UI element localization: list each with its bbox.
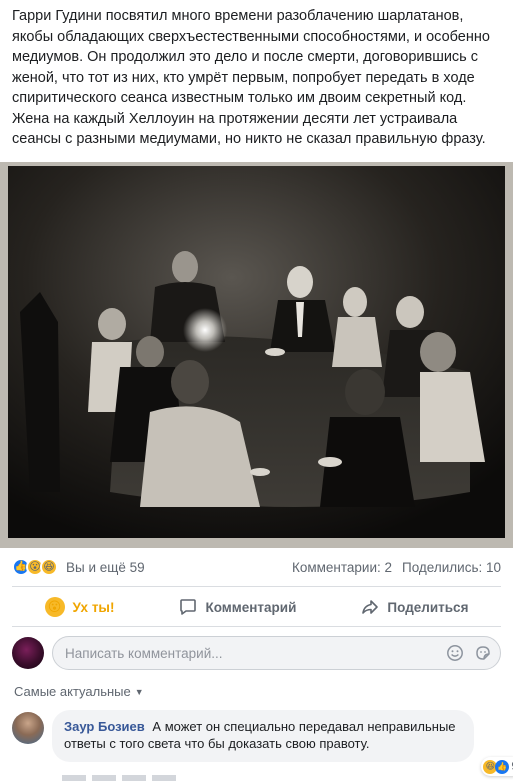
emoji-icon[interactable] [446, 644, 464, 662]
comments-count-link[interactable]: Комментарии: 2 [292, 560, 392, 575]
comment-composer [12, 634, 501, 672]
reactions-count: Вы и ещё 59 [66, 559, 145, 575]
react-button[interactable]: 😮 Ух ты! [44, 597, 115, 617]
comment-icon [180, 599, 197, 615]
wow-icon: 😮 [44, 597, 65, 617]
divider [12, 586, 501, 587]
post-counters: Комментарии: 2 Поделились: 10 [292, 560, 501, 575]
comment-button[interactable]: Комментарий [179, 598, 296, 616]
chevron-down-icon: ▼ [134, 686, 144, 697]
reaction-icons: 👍 😮 😆 [12, 558, 58, 576]
haha-icon: 😆 [40, 558, 58, 576]
comment-input[interactable] [65, 645, 436, 661]
comment-item: Заур Бозиев А может он специально переда… [12, 710, 513, 776]
sort-label: Самые актуальные [14, 684, 131, 699]
avatar[interactable] [12, 637, 44, 669]
reactions-summary[interactable]: 👍 😮 😆 Вы и ещё 59 [12, 558, 145, 576]
comment-input-wrapper [52, 636, 501, 670]
comment-bubble: Заур Бозиев А может он специально переда… [52, 710, 513, 776]
like-icon: 👍 [495, 759, 510, 774]
sticker-icon[interactable] [474, 644, 492, 662]
share-button[interactable]: Поделиться [361, 598, 468, 616]
avatar[interactable] [12, 712, 44, 744]
comment-button-label: Комментарий [205, 599, 297, 615]
react-button-label: Ух ты! [72, 599, 115, 615]
shares-count-link[interactable]: Поделились: 10 [402, 560, 501, 575]
comment-sort-dropdown[interactable]: Самые актуальные ▼ [14, 684, 144, 699]
post-actions: 😮 Ух ты! Комментарий Поделиться [12, 590, 501, 624]
seance-photo-image [0, 162, 513, 548]
truncated-content [62, 775, 182, 781]
post-photo[interactable] [0, 162, 513, 548]
share-button-label: Поделиться [387, 599, 469, 615]
comment-reactions[interactable]: 😆 👍 9 [481, 757, 513, 776]
share-icon [362, 600, 379, 614]
post-text: Гарри Гудини посвятил много времени разо… [12, 8, 490, 147]
reactions-bar: 👍 😮 😆 Вы и ещё 59 Комментарии: 2 Поделил… [12, 552, 501, 582]
divider [12, 626, 501, 627]
comment-author-link[interactable]: Заур Бозиев [64, 719, 145, 734]
